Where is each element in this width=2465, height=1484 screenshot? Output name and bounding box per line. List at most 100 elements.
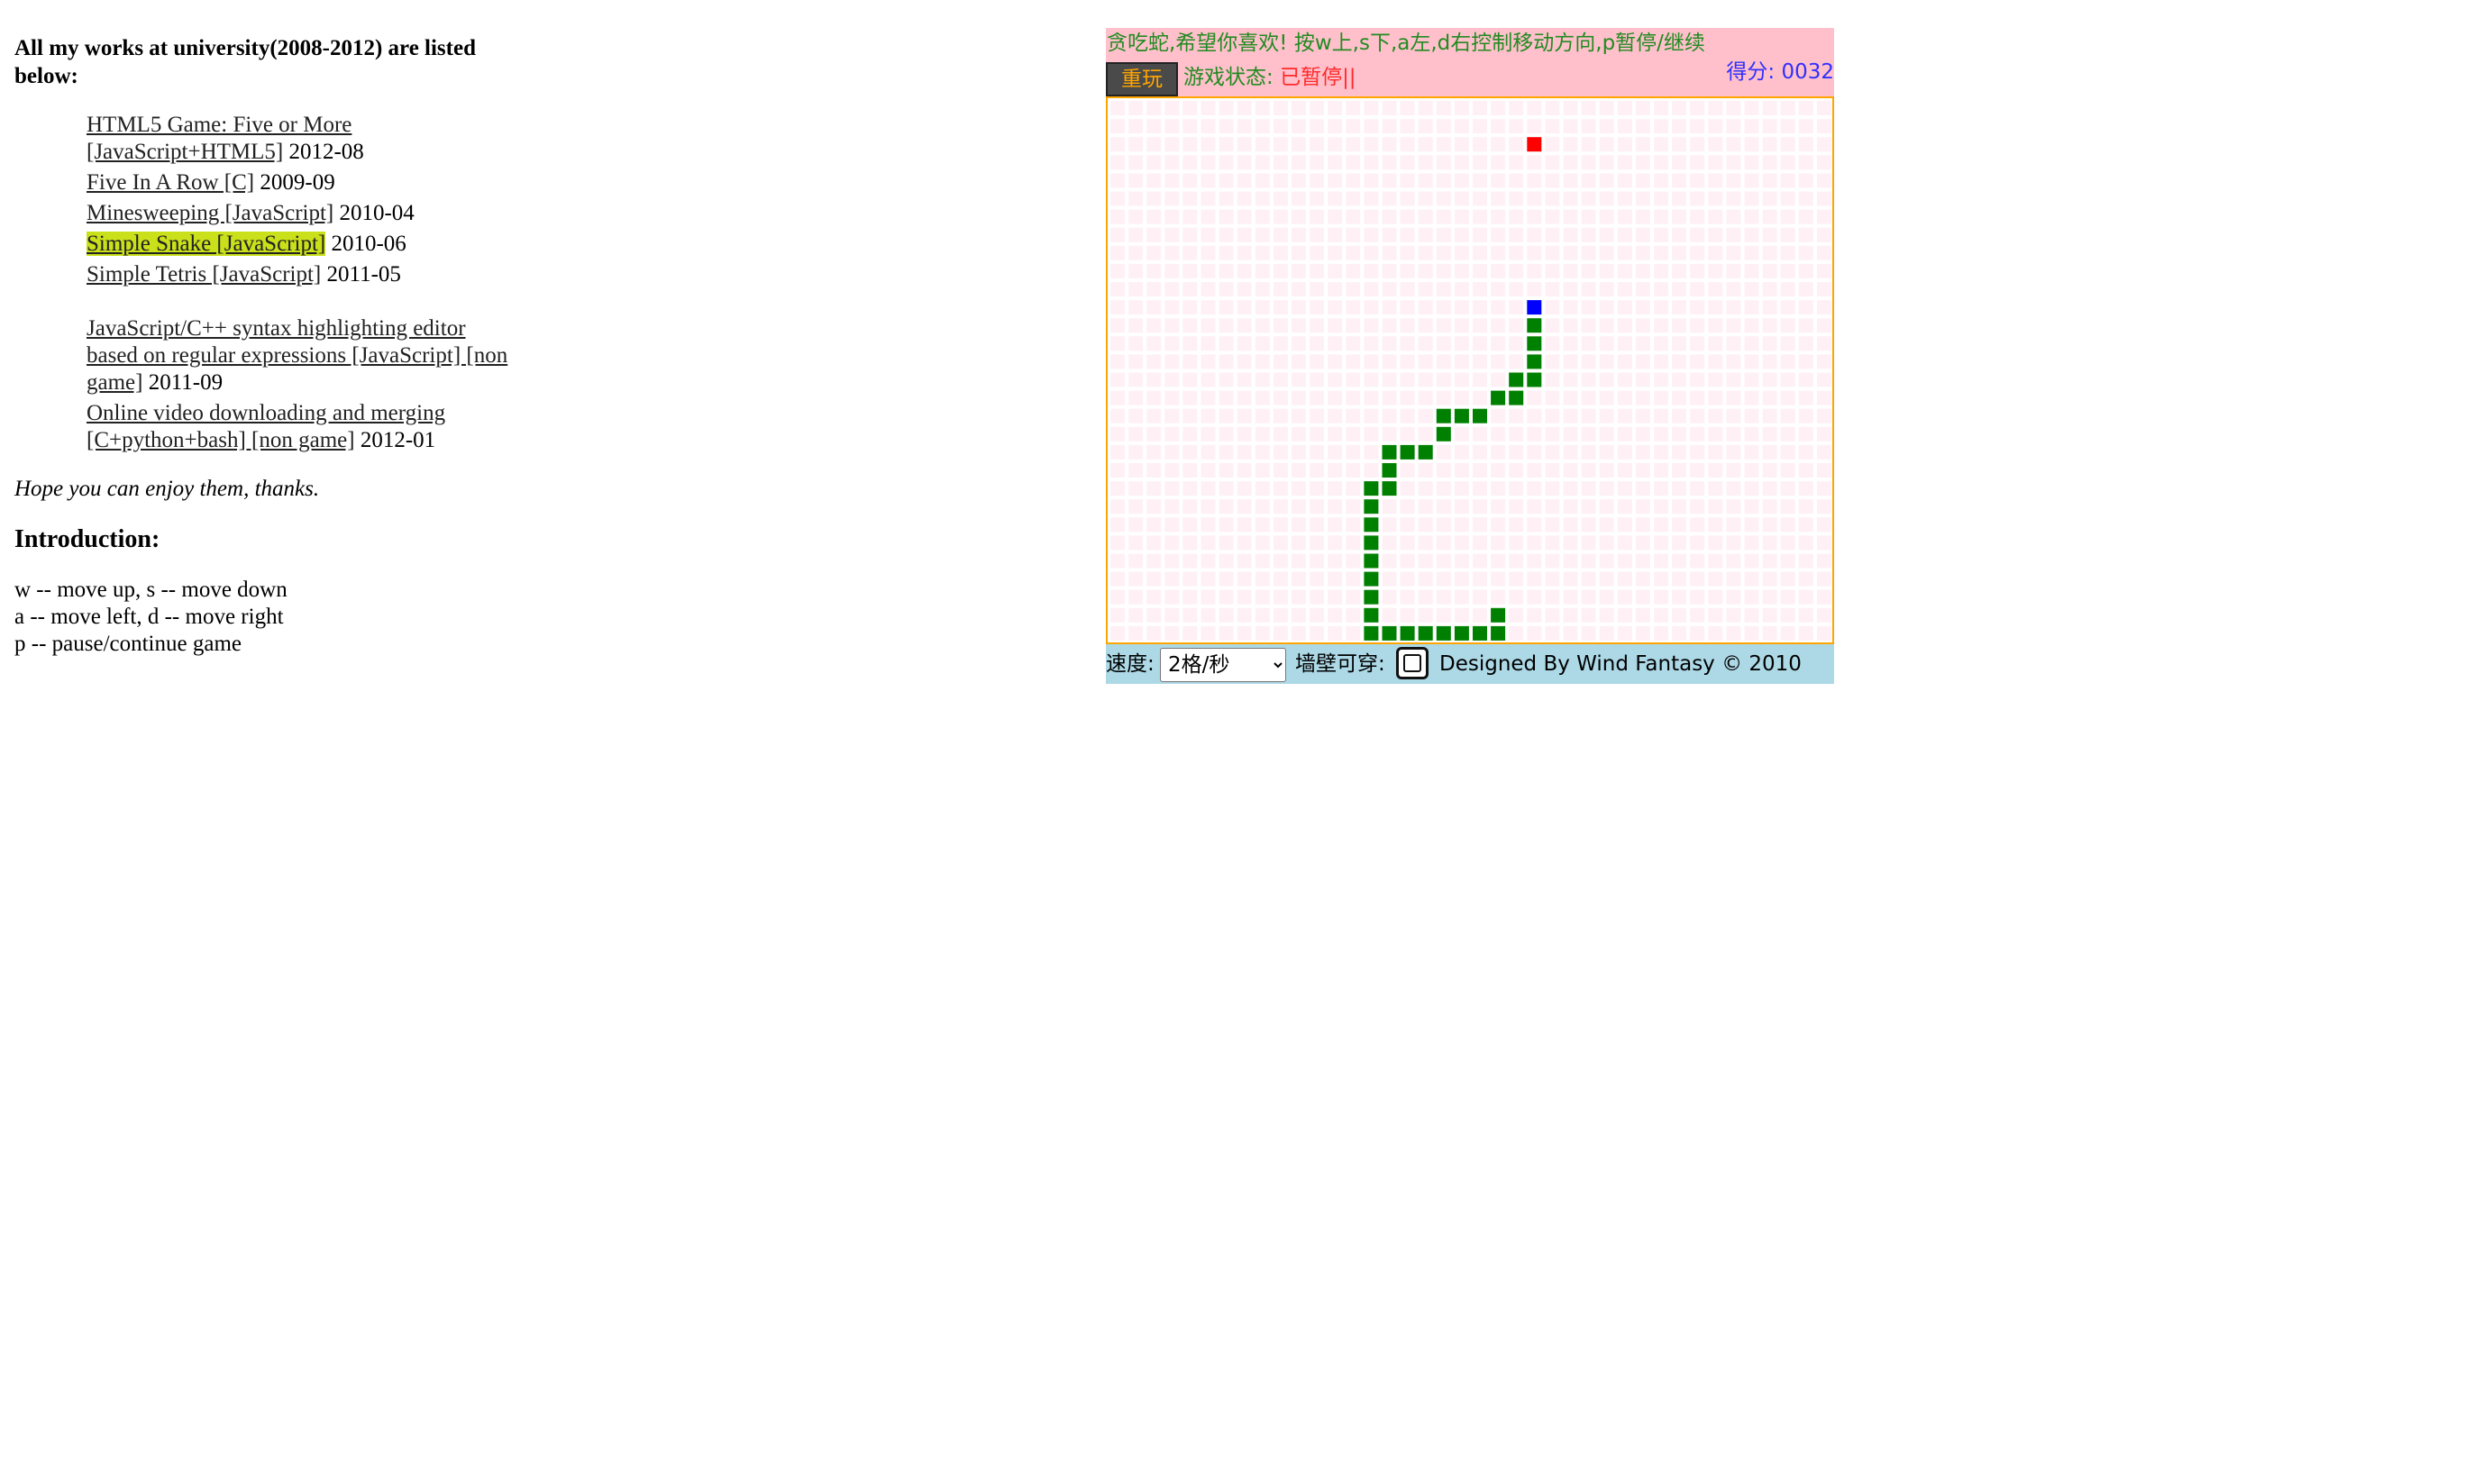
- board-cell: [1654, 155, 1668, 170]
- snake-body-cell: [1491, 390, 1506, 405]
- board-cell: [1545, 553, 1560, 569]
- board-cell: [1418, 173, 1433, 188]
- board-cell: [1744, 607, 1759, 623]
- work-link[interactable]: Simple Snake [JavaScript]: [87, 232, 326, 256]
- board-cell: [1201, 390, 1216, 405]
- board-cell: [1635, 571, 1650, 587]
- board-cell: [1726, 390, 1741, 405]
- board-cell: [1146, 571, 1162, 587]
- board-cell: [1762, 354, 1777, 369]
- board-cell: [1310, 499, 1325, 514]
- work-link[interactable]: Five In A Row [C]: [87, 170, 254, 195]
- work-date: 2011-05: [326, 262, 401, 287]
- board-cell: [1672, 119, 1687, 134]
- board-cell: [1382, 517, 1397, 533]
- board-cell: [1346, 318, 1361, 333]
- board-cell: [1708, 499, 1723, 514]
- snake-body-cell: [1454, 625, 1469, 641]
- board-cell: [1436, 282, 1451, 296]
- board-cell: [1672, 137, 1687, 152]
- board-cell: [1454, 137, 1469, 152]
- board-cell: [1599, 300, 1614, 315]
- snake-body-cell: [1509, 390, 1524, 405]
- board-cell: [1654, 209, 1668, 224]
- board-cell: [1164, 119, 1180, 134]
- board-cell: [1491, 336, 1506, 351]
- board-cell: [1617, 191, 1632, 206]
- board-cell: [1599, 137, 1614, 152]
- work-link[interactable]: Simple Tetris [JavaScript]: [87, 262, 321, 287]
- board-cell: [1581, 191, 1596, 206]
- board-cell: [1182, 390, 1198, 405]
- board-cell: [1491, 245, 1506, 260]
- board-cell: [1708, 517, 1723, 533]
- board-cell: [1400, 499, 1415, 514]
- board-cell: [1237, 372, 1252, 387]
- board-cell: [1690, 354, 1705, 369]
- board-cell: [1328, 426, 1343, 442]
- board-cell: [1219, 101, 1234, 115]
- board-cell: [1545, 481, 1560, 496]
- speed-select[interactable]: 2格/秒: [1160, 648, 1286, 682]
- board-cell: [1581, 481, 1596, 496]
- board-cell: [1599, 173, 1614, 188]
- board-cell: [1509, 209, 1524, 224]
- board-cell: [1527, 444, 1542, 460]
- board-cell: [1418, 191, 1433, 206]
- board-cell: [1237, 209, 1252, 224]
- wall-through-checkbox[interactable]: [1396, 647, 1429, 679]
- board-cell: [1491, 137, 1506, 152]
- board-cell: [1201, 372, 1216, 387]
- board-cell: [1599, 535, 1614, 551]
- board-cell: [1418, 589, 1433, 605]
- board-cell: [1473, 372, 1487, 387]
- game-board[interactable]: [1106, 96, 1834, 644]
- board-cell: [1201, 463, 1216, 478]
- board-cell: [1146, 589, 1162, 605]
- board-cell: [1816, 191, 1831, 206]
- board-cell: [1798, 463, 1813, 478]
- board-cell: [1545, 300, 1560, 315]
- board-cell: [1182, 481, 1198, 496]
- board-cell: [1635, 173, 1650, 188]
- board-cell: [1418, 408, 1433, 423]
- board-cell: [1110, 625, 1125, 641]
- board-cell: [1780, 571, 1795, 587]
- board-cell: [1346, 463, 1361, 478]
- board-cell: [1509, 553, 1524, 569]
- board-cell: [1219, 155, 1234, 170]
- board-cell: [1672, 372, 1687, 387]
- board-cell: [1816, 155, 1831, 170]
- board-cell: [1382, 408, 1397, 423]
- board-cell: [1328, 300, 1343, 315]
- board-cell: [1527, 173, 1542, 188]
- board-cell: [1617, 426, 1632, 442]
- board-cell: [1164, 517, 1180, 533]
- board-cell: [1400, 263, 1415, 278]
- board-cell: [1672, 263, 1687, 278]
- board-cell: [1654, 336, 1668, 351]
- work-item: Online video downloading and merging [C+…: [87, 400, 519, 454]
- board-cell: [1382, 245, 1397, 260]
- board-cell: [1581, 607, 1596, 623]
- board-cell: [1418, 390, 1433, 405]
- board-cell: [1292, 101, 1306, 115]
- board-cell: [1726, 318, 1741, 333]
- board-cell: [1292, 282, 1306, 296]
- board-cell: [1762, 119, 1777, 134]
- board-cell: [1509, 155, 1524, 170]
- board-cell: [1744, 227, 1759, 242]
- board-cell: [1635, 535, 1650, 551]
- board-cell: [1292, 336, 1306, 351]
- board-cell: [1110, 101, 1125, 115]
- board-cell: [1672, 499, 1687, 514]
- board-cell: [1346, 481, 1361, 496]
- board-cell: [1273, 408, 1288, 423]
- board-cell: [1292, 499, 1306, 514]
- work-link[interactable]: Minesweeping [JavaScript]: [87, 201, 333, 225]
- board-cell: [1563, 535, 1578, 551]
- replay-button[interactable]: 重玩: [1106, 62, 1178, 96]
- board-cell: [1219, 390, 1234, 405]
- board-cell: [1164, 227, 1180, 242]
- board-cell: [1527, 535, 1542, 551]
